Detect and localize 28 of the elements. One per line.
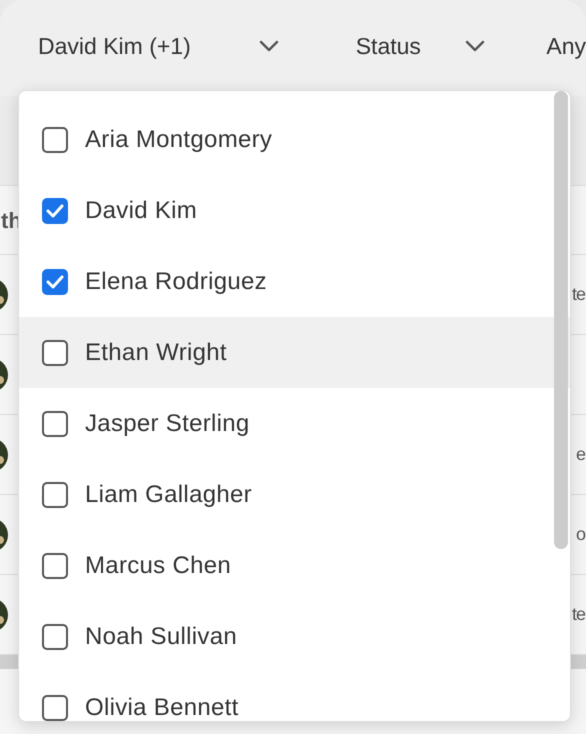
checkbox[interactable] [42,410,68,436]
checkbox[interactable] [42,198,68,224]
menu-option[interactable]: Liam Gallagher [19,459,570,530]
checkbox[interactable] [42,268,68,294]
menu-option[interactable]: Ethan Wright [19,317,570,388]
checkbox[interactable] [42,624,68,650]
menu-option[interactable]: Noah Sullivan [19,601,570,672]
table-cell-text: te [572,283,585,306]
menu-option[interactable]: Olivia Bennett [19,672,570,721]
menu-option[interactable]: Marcus Chen [19,530,570,601]
menu-option[interactable]: Jasper Sterling [19,388,570,459]
table-cell-text: e [576,443,585,466]
checkbox[interactable] [42,552,68,578]
checkbox[interactable] [42,694,68,720]
menu-option[interactable]: Elena Rodriguez [19,246,570,317]
scrollbar-thumb[interactable] [554,91,568,549]
checkbox[interactable] [42,340,68,366]
check-icon [46,204,64,218]
check-icon [46,274,64,288]
checkbox[interactable] [42,126,68,152]
menu-option[interactable]: David Kim [19,175,570,246]
filter-dropdown[interactable]: Any [546,28,586,64]
filter-dropdown[interactable]: Status [356,28,546,64]
table-cell-text: o [576,523,585,546]
table-cell-text: te [572,603,585,626]
menu-option[interactable]: Aria Montgomery [19,104,570,175]
checkbox[interactable] [42,482,68,508]
filter-dropdown[interactable]: David Kim (+1) [38,28,356,64]
